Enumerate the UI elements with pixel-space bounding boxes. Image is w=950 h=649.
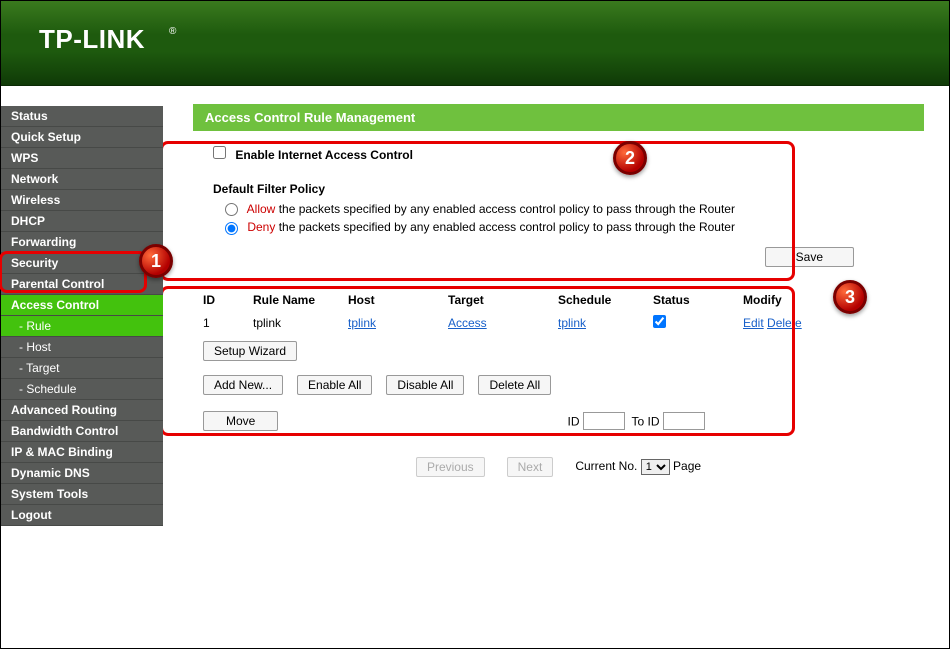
sidebar-item-network[interactable]: Network: [1, 169, 163, 190]
sidebar-item-access-control[interactable]: Access Control: [1, 295, 163, 316]
sidebar-item-status[interactable]: Status: [1, 106, 163, 127]
id-from-input[interactable]: [583, 412, 625, 430]
policy-deny-text: the packets specified by any enabled acc…: [275, 220, 735, 234]
sidebar-sub-schedule[interactable]: - Schedule: [1, 379, 163, 400]
sidebar-item-wireless[interactable]: Wireless: [1, 190, 163, 211]
save-button[interactable]: Save: [765, 247, 854, 267]
cell-status-checkbox[interactable]: [653, 315, 666, 328]
page-suffix: Page: [673, 459, 701, 473]
sidebar-item-quick-setup[interactable]: Quick Setup: [1, 127, 163, 148]
sidebar-sub-host[interactable]: - Host: [1, 337, 163, 358]
policy-deny-radio[interactable]: [225, 222, 238, 235]
enable-access-control-label: Enable Internet Access Control: [235, 148, 413, 162]
sidebar-item-parental-control[interactable]: Parental Control: [1, 274, 163, 295]
next-button[interactable]: Next: [507, 457, 554, 477]
id-label: ID: [567, 414, 579, 428]
filter-policy-heading: Default Filter Policy: [213, 182, 904, 196]
annotation-badge-1: 1: [139, 244, 173, 278]
sidebar-item-dynamic-dns[interactable]: Dynamic DNS: [1, 463, 163, 484]
delete-link[interactable]: Delete: [767, 316, 802, 330]
move-button[interactable]: Move: [203, 411, 278, 431]
annotation-badge-3: 3: [833, 280, 867, 314]
policy-allow-text: the packets specified by any enabled acc…: [275, 202, 735, 216]
col-status: Status: [653, 293, 743, 307]
table-row: 1 tplink tplink Access tplink Edit Delet…: [203, 311, 914, 335]
col-host: Host: [348, 293, 448, 307]
sidebar-item-logout[interactable]: Logout: [1, 505, 163, 526]
cell-schedule-link[interactable]: tplink: [558, 316, 586, 330]
policy-deny-keyword: Deny: [247, 220, 275, 234]
cell-rule-name: tplink: [253, 316, 348, 330]
page-select[interactable]: 1: [641, 459, 670, 475]
sidebar-item-advanced-routing[interactable]: Advanced Routing: [1, 400, 163, 421]
col-modify: Modify: [743, 293, 914, 307]
annotation-badge-2: 2: [613, 141, 647, 175]
sidebar-item-wps[interactable]: WPS: [1, 148, 163, 169]
sidebar-sub-rule[interactable]: - Rule: [1, 316, 163, 337]
sidebar-item-dhcp[interactable]: DHCP: [1, 211, 163, 232]
policy-allow-radio[interactable]: [225, 203, 238, 216]
disable-all-button[interactable]: Disable All: [386, 375, 464, 395]
cell-target-link[interactable]: Access: [448, 316, 487, 330]
header: TP-LINK ®: [1, 1, 949, 86]
enable-access-control-checkbox[interactable]: [213, 146, 226, 159]
sidebar-item-ip-mac-binding[interactable]: IP & MAC Binding: [1, 442, 163, 463]
col-rule-name: Rule Name: [253, 293, 348, 307]
content: Access Control Rule Management Enable In…: [163, 86, 949, 648]
svg-text:®: ®: [169, 26, 177, 37]
cell-id: 1: [203, 316, 253, 330]
sidebar-item-bandwidth-control[interactable]: Bandwidth Control: [1, 421, 163, 442]
sidebar: Status Quick Setup WPS Network Wireless …: [1, 86, 163, 648]
col-target: Target: [448, 293, 558, 307]
to-id-label: To ID: [632, 414, 660, 428]
cell-host-link[interactable]: tplink: [348, 316, 376, 330]
previous-button[interactable]: Previous: [416, 457, 485, 477]
id-to-input[interactable]: [663, 412, 705, 430]
add-new-button[interactable]: Add New...: [203, 375, 283, 395]
svg-text:TP-LINK: TP-LINK: [39, 24, 145, 54]
setup-wizard-button[interactable]: Setup Wizard: [203, 341, 297, 361]
col-id: ID: [203, 293, 253, 307]
sidebar-sub-target[interactable]: - Target: [1, 358, 163, 379]
enable-all-button[interactable]: Enable All: [297, 375, 372, 395]
edit-link[interactable]: Edit: [743, 316, 764, 330]
sidebar-item-forwarding[interactable]: Forwarding: [1, 232, 163, 253]
policy-allow-keyword: Allow: [247, 202, 276, 216]
col-schedule: Schedule: [558, 293, 653, 307]
current-no-label: Current No.: [575, 459, 637, 473]
sidebar-item-system-tools[interactable]: System Tools: [1, 484, 163, 505]
delete-all-button[interactable]: Delete All: [478, 375, 551, 395]
page-title: Access Control Rule Management: [193, 104, 924, 131]
table-header: ID Rule Name Host Target Schedule Status…: [203, 289, 914, 311]
brand-logo: TP-LINK ®: [39, 19, 229, 61]
